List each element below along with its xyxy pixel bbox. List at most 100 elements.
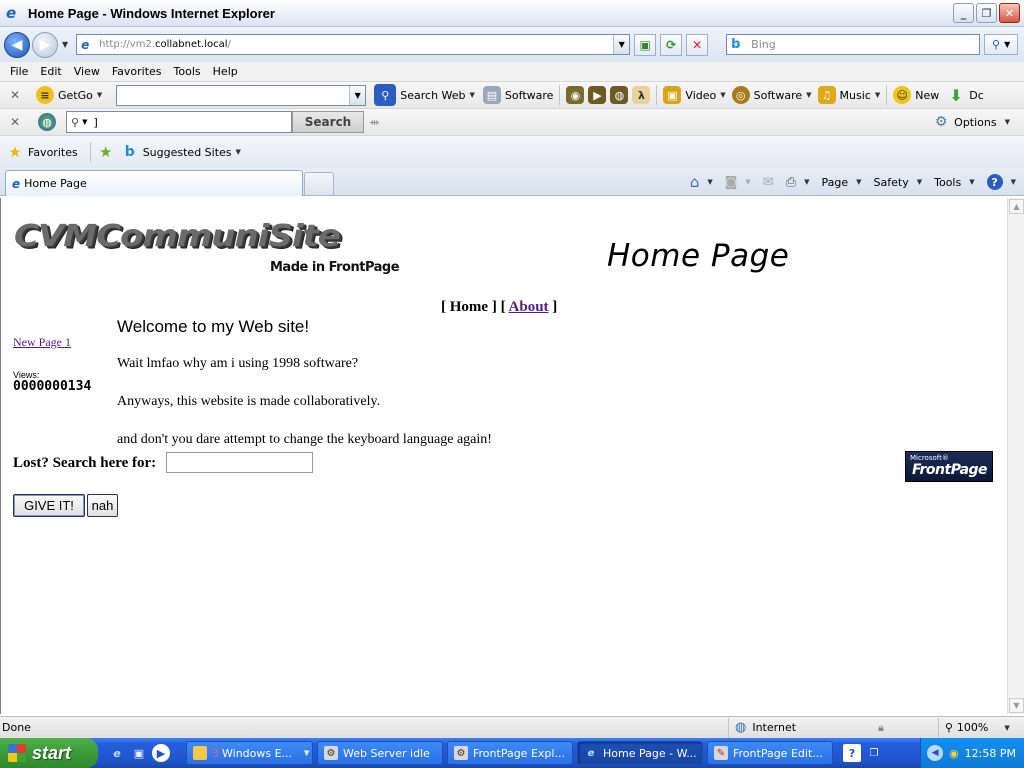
compatibility-view-icon[interactable]: ▣ xyxy=(634,33,657,56)
refresh-icon[interactable]: ⟳ xyxy=(660,33,683,56)
toolbar-grip-icon[interactable]: ⇹ xyxy=(370,116,379,129)
add-favorites-icon[interactable]: ★ xyxy=(97,143,115,161)
ie-task-icon: e xyxy=(587,747,595,759)
new-tab-button[interactable] xyxy=(304,172,334,195)
search-web-button[interactable]: Search Web xyxy=(400,89,465,102)
new-page-link[interactable]: New Page 1 xyxy=(13,335,71,350)
task-windows-explorer[interactable]: 3 Windows E... ▼ xyxy=(186,741,313,765)
quicklaunch-ie-icon[interactable]: e xyxy=(108,744,126,762)
minimize-button[interactable]: _ xyxy=(953,3,974,23)
options-button[interactable]: Options xyxy=(954,116,996,129)
toolbar-search-input[interactable]: ⚲ ▼ ] xyxy=(66,111,292,133)
safety-menu[interactable]: Safety xyxy=(874,176,909,189)
security-zone[interactable]: ◍ Internet xyxy=(728,717,878,738)
tray-app-icon[interactable]: ◉ xyxy=(949,747,959,760)
home-dropdown-icon[interactable]: ▼ xyxy=(707,178,712,186)
help-dropdown-icon[interactable]: ▼ xyxy=(1011,178,1016,186)
menu-edit[interactable]: Edit xyxy=(40,65,61,78)
software2-dropdown-icon[interactable]: ▼ xyxy=(806,91,811,99)
task-frontpage-editor[interactable]: ✎ FrontPage Edit... xyxy=(707,741,833,765)
task-frontpage-explorer[interactable]: ⚙ FrontPage Expl... xyxy=(447,741,573,765)
restore-button[interactable]: ❐ xyxy=(976,3,997,23)
help-task-icon[interactable]: ? xyxy=(843,744,861,762)
give-it-button[interactable]: GIVE IT! xyxy=(13,494,85,517)
getgo-search-combo[interactable]: ▼ xyxy=(116,84,367,106)
help-icon[interactable]: ? xyxy=(986,174,1003,190)
search-toolbar: ✕ ◍ ⚲ ▼ ] Search ⇹ ⚙ Options ▼ xyxy=(0,108,1024,135)
menu-help[interactable]: Help xyxy=(213,65,238,78)
tools-menu[interactable]: Tools xyxy=(934,176,961,189)
search-go-button[interactable]: ⚲ ▼ xyxy=(984,34,1019,55)
software-button[interactable]: Software xyxy=(505,89,554,102)
start-button[interactable]: start xyxy=(0,738,98,768)
bing-search-input[interactable]: b Bing xyxy=(726,34,981,55)
task-web-server[interactable]: ⚙ Web Server idle xyxy=(317,741,443,765)
tab-row: e Home Page ⌂ ▼ ◙ ▼ ✉ ⎙ ▼ Page ▼ Safety … xyxy=(0,168,1024,196)
menu-tools[interactable]: Tools xyxy=(174,65,201,78)
zoom-control[interactable]: ⚲ 100% ▼ xyxy=(937,717,1010,738)
close-toolbar-icon[interactable]: ✕ xyxy=(8,88,22,102)
address-dropdown-icon[interactable]: ▼ xyxy=(613,35,630,54)
favorites-button[interactable]: Favorites xyxy=(28,146,78,159)
tray-back-icon[interactable]: ◀ xyxy=(927,745,944,761)
close-button[interactable]: ✕ xyxy=(999,3,1020,23)
search-web-dropdown-icon[interactable]: ▼ xyxy=(470,91,475,99)
vertical-scrollbar[interactable]: ▲ ▼ xyxy=(1007,198,1024,714)
lambda-icon[interactable]: λ xyxy=(632,86,651,104)
zoom-dropdown-icon[interactable]: ▼ xyxy=(1004,724,1009,732)
menu-favorites[interactable]: Favorites xyxy=(112,65,162,78)
task-restore-icon[interactable]: ❐ xyxy=(865,744,883,762)
address-input[interactable]: e http://vm2.collabnet.local/ ▼ xyxy=(76,34,631,55)
stop-icon[interactable]: ✕ xyxy=(686,33,709,56)
quicklaunch-media-icon[interactable]: ▶ xyxy=(152,744,170,762)
music-icon: ♫ xyxy=(817,86,836,104)
page-menu[interactable]: Page xyxy=(822,176,849,189)
tools-dropdown-icon[interactable]: ▼ xyxy=(969,178,974,186)
close-toolbar2-icon[interactable]: ✕ xyxy=(8,115,22,129)
search-options-icon[interactable]: ▼ xyxy=(1004,40,1010,49)
feeds-dropdown-icon[interactable]: ▼ xyxy=(745,178,750,186)
rss-icon[interactable]: ◉ xyxy=(566,86,585,104)
menu-view[interactable]: View xyxy=(74,65,100,78)
print-dropdown-icon[interactable]: ▼ xyxy=(804,178,809,186)
clock[interactable]: 12:58 PM xyxy=(965,747,1016,760)
video-button[interactable]: Video xyxy=(685,89,716,102)
quicklaunch-explorer-icon[interactable]: ▣ xyxy=(130,744,148,762)
getgo-label[interactable]: GetGo xyxy=(58,89,93,102)
toolbar-search-button[interactable]: Search xyxy=(292,111,364,133)
page-dropdown-icon[interactable]: ▼ xyxy=(856,178,861,186)
nah-button[interactable]: nah xyxy=(87,494,118,517)
history-dropdown-icon[interactable]: ▼ xyxy=(62,40,68,49)
scroll-down-icon[interactable]: ▼ xyxy=(1009,698,1024,713)
menu-file[interactable]: File xyxy=(10,65,28,78)
options-dropdown-icon[interactable]: ▼ xyxy=(1005,118,1010,126)
software2-button[interactable]: Software xyxy=(754,89,803,102)
home-icon[interactable]: ⌂ xyxy=(690,173,700,191)
suggested-dropdown-icon[interactable]: ▼ xyxy=(236,148,241,156)
video-dropdown-icon[interactable]: ▼ xyxy=(720,91,725,99)
mail-icon[interactable]: ✉ xyxy=(763,175,774,190)
print-icon[interactable]: ⎙ xyxy=(786,175,796,190)
back-button[interactable]: ◀ xyxy=(4,31,30,58)
download-button[interactable]: Dc xyxy=(969,89,984,102)
search-dropdown-icon[interactable]: ▼ xyxy=(82,118,87,126)
globe-icon[interactable]: ◍ xyxy=(610,86,629,104)
protected-mode-icon[interactable]: 🔒︎ xyxy=(878,721,884,735)
camera-icon[interactable]: ▶ xyxy=(588,86,607,104)
new-button[interactable]: New xyxy=(915,89,939,102)
scroll-up-icon[interactable]: ▲ xyxy=(1009,199,1024,214)
paragraph: Wait lmfao why am i using 1998 software? xyxy=(117,356,359,371)
combo-dropdown-icon[interactable]: ▼ xyxy=(349,85,366,105)
task-home-page[interactable]: e Home Page - W... xyxy=(577,741,703,765)
tab-home-page[interactable]: e Home Page xyxy=(5,170,303,196)
task-group-dropdown-icon[interactable]: ▼ xyxy=(304,749,309,757)
site-search-input[interactable] xyxy=(166,452,313,473)
safety-dropdown-icon[interactable]: ▼ xyxy=(917,178,922,186)
suggested-sites-button[interactable]: Suggested Sites xyxy=(143,146,232,159)
forward-button[interactable]: ▶ xyxy=(32,31,58,58)
nav-about-link[interactable]: About xyxy=(509,299,549,315)
music-dropdown-icon[interactable]: ▼ xyxy=(875,91,880,99)
music-button[interactable]: Music xyxy=(840,89,871,102)
getgo-dropdown-icon[interactable]: ▼ xyxy=(97,91,102,99)
feeds-icon[interactable]: ◙ xyxy=(725,175,738,190)
